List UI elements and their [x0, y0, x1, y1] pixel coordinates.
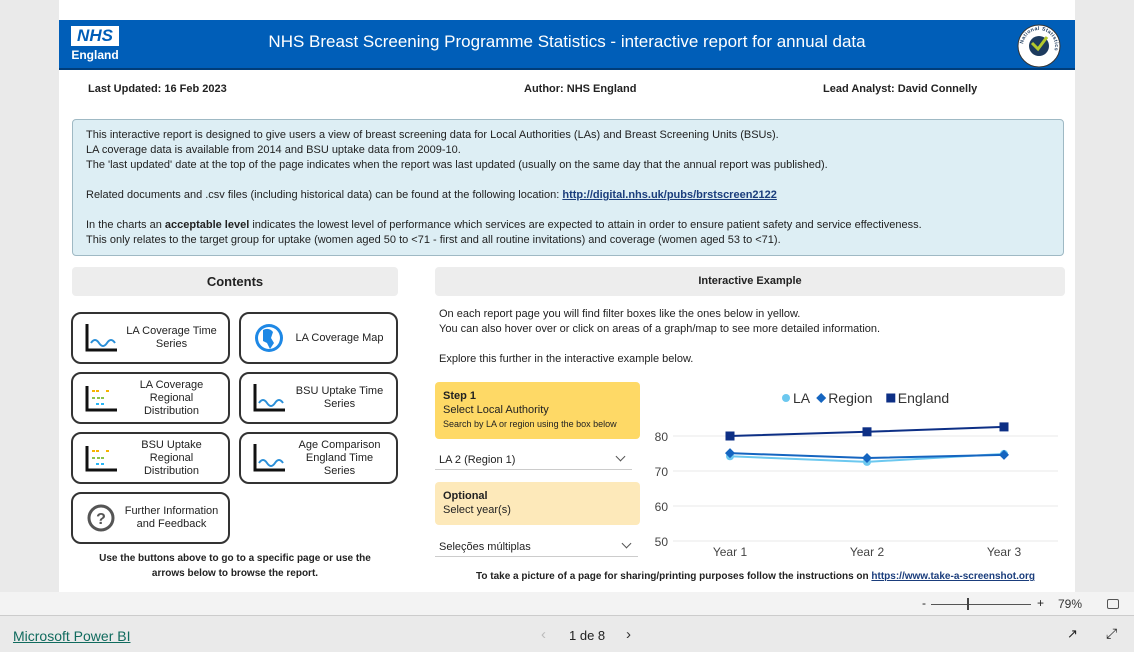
- nav-button-label: LA Coverage Map: [295, 331, 384, 344]
- year-dropdown[interactable]: Seleções múltiplas: [435, 537, 638, 557]
- example-text: On each report page you will find filter…: [439, 308, 881, 365]
- zoom-bar: - + 79%: [0, 592, 1134, 615]
- nav-button-la-coverage-regional-distribution[interactable]: LA Coverage Regional Distribution: [71, 372, 230, 424]
- line-chart[interactable]: 50 60 70 80 Year 1 Year 2 Year 3 LA Region Englan…: [640, 380, 1070, 565]
- national-statistics-logo: National Statistics: [1017, 24, 1061, 68]
- report-title: NHS Breast Screening Programme Statistic…: [268, 32, 866, 51]
- x-tick-label: Year 2: [850, 545, 885, 559]
- question-icon: ?: [81, 498, 121, 538]
- line-chart-icon: [81, 318, 121, 358]
- nav-button-label: BSU Uptake Regional Distribution: [141, 438, 202, 477]
- nav-button-age-comparison-england-time-series[interactable]: Age Comparison England Time Series: [239, 432, 398, 484]
- zoom-slider[interactable]: [931, 604, 1031, 605]
- example-header: Interactive Example: [435, 267, 1065, 296]
- fullscreen-icon[interactable]: ⤢: [1106, 625, 1117, 642]
- fit-to-page-icon[interactable]: [1107, 599, 1119, 609]
- nav-button-bsu-uptake-regional-distribution[interactable]: BSU Uptake Regional Distribution: [71, 432, 230, 484]
- nav-button-bsu-uptake-time-series[interactable]: BSU Uptake Time Series: [239, 372, 398, 424]
- nav-button-label: LA Coverage Time Series: [126, 325, 217, 350]
- data-point-england: [862, 427, 872, 437]
- chevron-down-icon: [621, 538, 632, 549]
- data-point-england: [999, 422, 1009, 432]
- nav-button-la-coverage-map[interactable]: LA Coverage Map: [239, 312, 398, 364]
- chevron-down-icon: [615, 451, 626, 462]
- legend-label: England: [898, 390, 949, 406]
- nav-button-label: Further Information and Feedback: [124, 505, 219, 530]
- legend-marker-england: [886, 393, 896, 403]
- step1-filter-box: Step 1 Select Local Authority Search by …: [435, 382, 640, 439]
- y-tick-label: 60: [655, 500, 669, 514]
- data-point-england: [725, 431, 735, 441]
- legend-label: LA: [793, 390, 811, 406]
- prev-page-icon[interactable]: ‹: [541, 626, 546, 643]
- author: Author: NHS England: [524, 83, 637, 95]
- dot-plot-icon: [81, 378, 121, 418]
- next-page-icon[interactable]: ›: [626, 626, 631, 643]
- x-tick-label: Year 3: [987, 545, 1022, 559]
- nav-button-label: BSU Uptake Time Series: [295, 385, 384, 410]
- optional-filter-box: Optional Select year(s): [435, 482, 640, 525]
- publication-link[interactable]: http://digital.nhs.uk/pubs/brstscreen212…: [562, 189, 777, 201]
- y-tick-label: 80: [655, 430, 669, 444]
- data-point-region: [999, 449, 1009, 460]
- nav-button-la-coverage-time-series[interactable]: LA Coverage Time Series: [71, 312, 230, 364]
- share-icon[interactable]: ↗: [1067, 626, 1078, 642]
- nav-button-further-information-and-feedback[interactable]: ? Further Information and Feedback: [71, 492, 230, 544]
- legend-marker-la: [782, 394, 790, 402]
- last-updated: Last Updated: 16 Feb 2023: [88, 83, 227, 95]
- bottom-bar: Microsoft Power BI ‹ 1 de 8 › ↗ ⤢: [0, 615, 1134, 652]
- power-bi-link[interactable]: Microsoft Power BI: [13, 628, 130, 644]
- globe-icon: [249, 318, 289, 358]
- svg-text:?: ?: [96, 511, 106, 528]
- line-chart-icon: [249, 378, 289, 418]
- zoom-level: 79%: [1058, 597, 1083, 611]
- zoom-out-button[interactable]: -: [922, 596, 926, 610]
- zoom-in-button[interactable]: +: [1037, 596, 1044, 610]
- y-tick-label: 70: [655, 465, 669, 479]
- legend-marker-region: [816, 393, 827, 403]
- info-box: This interactive report is designed to g…: [72, 119, 1064, 256]
- lead-analyst: Lead Analyst: David Connelly: [823, 83, 978, 95]
- report-banner: NHS England NHS Breast Screening Programm…: [59, 20, 1075, 70]
- contents-header: Contents: [72, 267, 398, 296]
- legend-label: Region: [828, 390, 872, 406]
- y-tick-label: 50: [655, 535, 669, 549]
- nav-button-label: Age Comparison England Time Series: [298, 438, 381, 477]
- line-chart-icon: [249, 438, 289, 478]
- x-tick-label: Year 1: [713, 545, 748, 559]
- dot-plot-icon: [81, 438, 121, 478]
- screenshot-link[interactable]: https://www.take-a-screenshot.org: [871, 571, 1035, 582]
- page-indicator: 1 de 8: [569, 628, 606, 643]
- contents-footer: Use the buttons above to go to a specifi…: [99, 553, 371, 579]
- la-dropdown[interactable]: LA 2 (Region 1): [435, 450, 632, 470]
- zoom-slider-thumb[interactable]: [967, 598, 970, 610]
- screenshot-note: To take a picture of a page for sharing/…: [476, 571, 1035, 582]
- nav-button-label: LA Coverage Regional Distribution: [139, 378, 204, 417]
